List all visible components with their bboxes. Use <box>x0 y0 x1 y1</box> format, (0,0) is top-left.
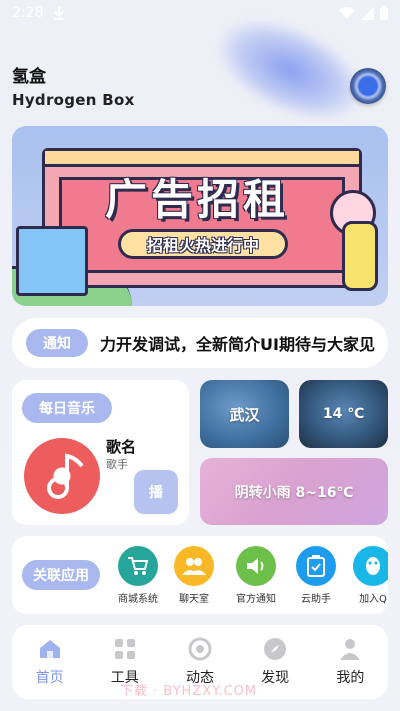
song-title: 歌名 <box>106 438 137 456</box>
ad-banner[interactable]: 广告招租 招租火热进行中 <box>12 126 388 306</box>
signal-icon <box>361 6 374 20</box>
music-card[interactable]: 每日音乐 歌名 歌手 播 <box>12 380 189 525</box>
music-badge: 每日音乐 <box>22 393 112 423</box>
wifi-icon <box>339 7 355 19</box>
play-button[interactable]: 播 <box>134 470 178 514</box>
settings-orb-button[interactable] <box>350 68 386 104</box>
nav-label: 我的 <box>336 670 365 686</box>
nav-label: 首页 <box>35 670 64 686</box>
clipboard-icon <box>296 546 336 586</box>
penguin-icon <box>353 546 388 586</box>
app-item-official-notice[interactable]: 官方通知 <box>226 546 286 605</box>
notice-bar[interactable]: 通知 力开发调试，全新简介UI期待与大家见 <box>12 318 388 368</box>
app-item-chatroom[interactable]: 聊天室 <box>164 546 224 605</box>
banner-title: 广告招租 <box>104 175 289 224</box>
music-note-icon <box>47 453 84 499</box>
related-apps-card: 关联应用 商城系统 聊天室 官方通知 云助手 加入Q <box>12 536 388 614</box>
app-subtitle: Hydrogen Box <box>12 91 135 109</box>
people-icon <box>174 546 214 586</box>
picture-frame-decoration <box>16 226 88 296</box>
app-label: 加入Q <box>359 594 387 605</box>
app-item-mall[interactable]: 商城系统 <box>108 546 168 605</box>
weather-temp-tile[interactable]: 14 ℃ <box>299 380 388 448</box>
compass-icon <box>263 637 287 661</box>
app-label: 聊天室 <box>179 594 209 605</box>
notice-text: 力开发调试，全新简介UI期待与大家见 <box>100 335 375 354</box>
nav-item-profile[interactable]: 我的 <box>320 637 380 687</box>
notice-badge: 通知 <box>26 329 88 357</box>
banner-subtitle: 招租火热进行中 <box>118 229 288 259</box>
hand-decoration <box>342 221 378 291</box>
song-artist: 歌手 <box>106 458 128 471</box>
home-icon <box>38 637 62 661</box>
related-apps-badge: 关联应用 <box>22 560 100 590</box>
app-label: 官方通知 <box>236 594 276 605</box>
weather-city-tile[interactable]: 武汉 <box>200 380 289 448</box>
watermark: 下载 · BYHZXY.COM <box>120 684 258 699</box>
nav-item-home[interactable]: 首页 <box>20 637 80 687</box>
grid-icon <box>113 637 137 661</box>
app-header: 氢盒 Hydrogen Box <box>12 62 135 109</box>
battery-icon <box>380 6 388 20</box>
status-bar: 2:28 <box>0 0 400 26</box>
nav-label: 发现 <box>261 670 290 686</box>
status-time: 2:28 <box>12 5 44 21</box>
app-label: 商城系统 <box>118 594 158 605</box>
app-label: 云助手 <box>301 594 331 605</box>
app-item-join-qq[interactable]: 加入Q <box>343 546 388 605</box>
aperture-icon <box>188 637 212 661</box>
app-title: 氢盒 <box>12 67 46 87</box>
speaker-icon <box>236 546 276 586</box>
app-item-cloud-assistant[interactable]: 云助手 <box>286 546 346 605</box>
weather-condition-tile[interactable]: 阴转小雨 8~16℃ <box>200 458 388 525</box>
cart-icon <box>118 546 158 586</box>
user-icon <box>338 637 362 661</box>
download-icon <box>54 7 65 20</box>
